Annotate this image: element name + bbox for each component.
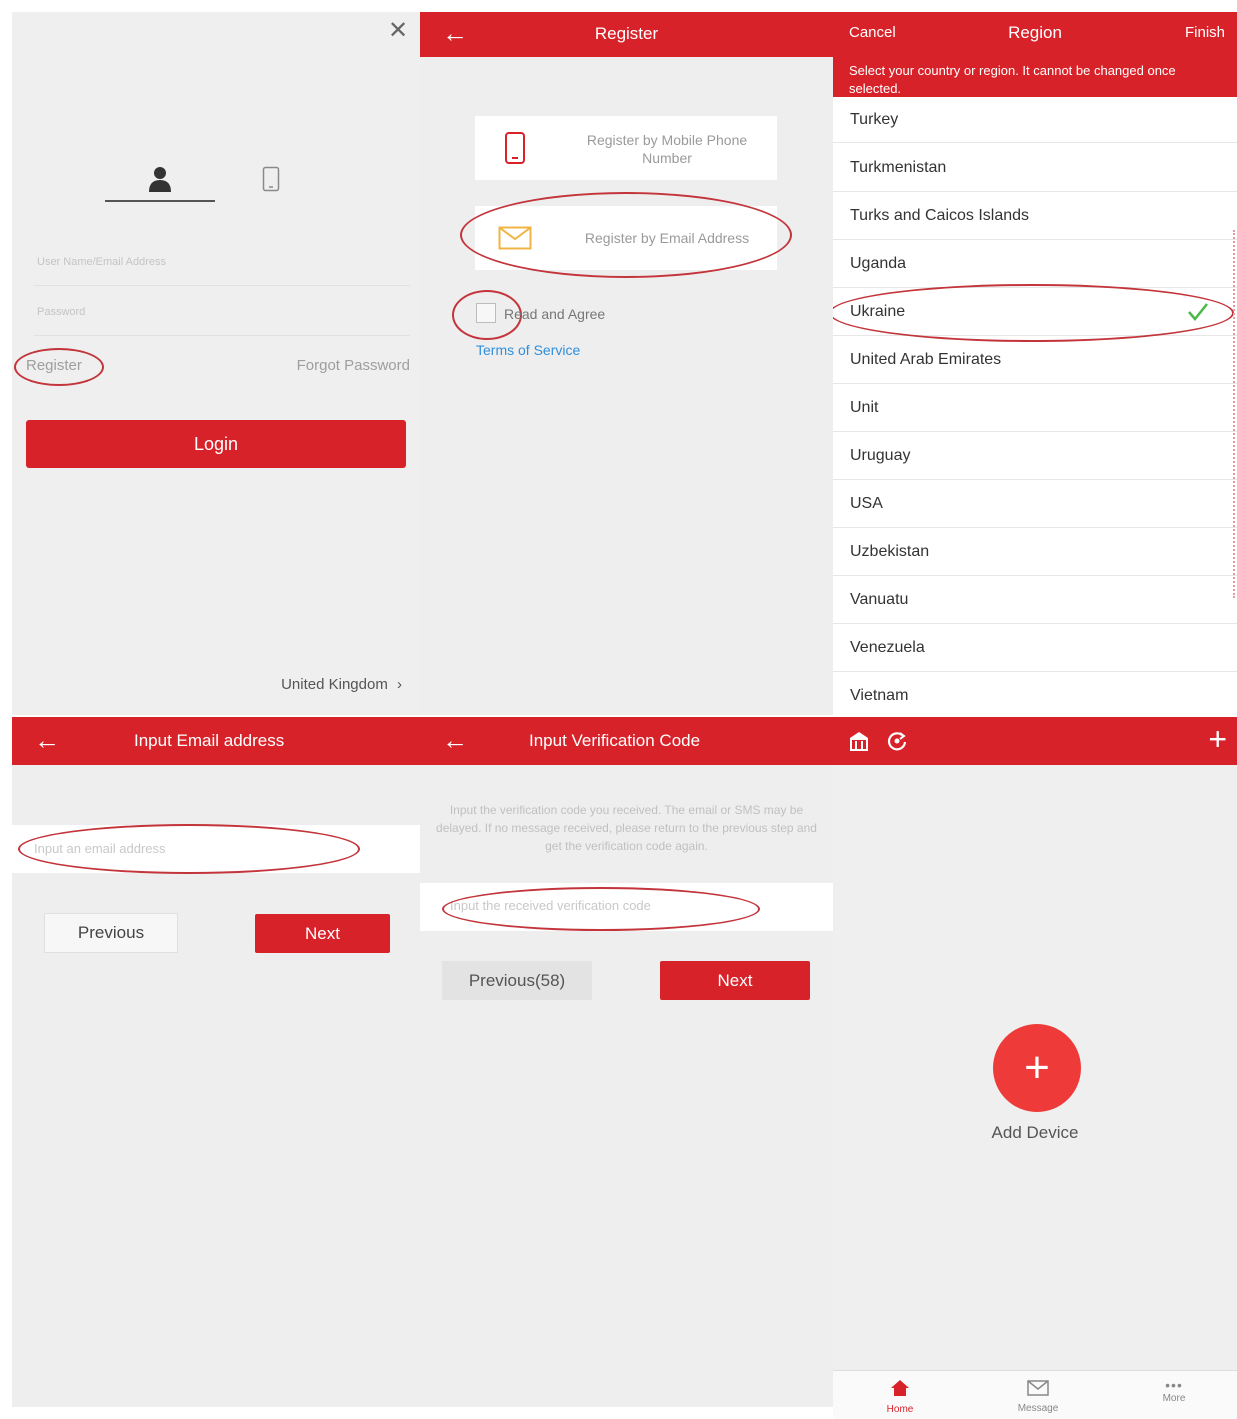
terms-of-service-link[interactable]: Terms of Service [476,342,580,358]
email-header: ← Input Email address [12,717,420,765]
tab-account[interactable] [105,160,215,202]
country-list[interactable]: Turkey Turkmenistan Turks and Caicos Isl… [833,97,1237,715]
tab-more[interactable]: ••• More [1139,1371,1209,1419]
list-item[interactable]: Venezuela [833,624,1237,672]
country-name: Ukraine [850,302,906,320]
envelope-icon [1027,1380,1049,1396]
add-device-label: Add Device [991,1123,1079,1142]
country-name: United Arab Emirates [850,350,1002,368]
forgot-password-link[interactable]: Forgot Password [297,357,410,374]
envelope-icon [498,226,532,250]
register-by-phone-button[interactable]: Register by Mobile Phone Number [475,116,777,180]
list-item-selected[interactable]: Ukraine [833,288,1237,336]
country-name: Uganda [850,254,907,272]
previous-button[interactable]: Previous [44,913,178,953]
country-name: Vietnam [850,686,909,704]
verification-screen: ← Input Verification Code Input the veri… [420,717,833,1407]
country-name: Uruguay [850,446,911,464]
agree-checkbox[interactable] [476,303,496,323]
close-icon[interactable]: ✕ [388,16,408,45]
home-screen: + + Add Device Home Message ••• More [833,717,1237,1419]
country-name: USA [850,494,883,512]
plus-icon[interactable]: + [1208,721,1227,758]
country-name: Unit [850,398,879,416]
tab-label: More [1162,1393,1186,1404]
list-item[interactable]: Unit [833,384,1237,432]
username-placeholder: User Name/Email Address [37,256,166,268]
plus-icon: + [1024,1043,1050,1092]
chevron-right-icon: › [397,676,402,693]
register-title: Register [594,24,659,43]
login-screen: ✕ User Name/Email Address Password Regis… [12,12,420,715]
list-item[interactable]: Vanuatu [833,576,1237,624]
list-item[interactable]: United Arab Emirates [833,336,1237,384]
register-header: ← Register [420,12,833,57]
register-screen: ← Register Register by Mobile Phone Numb… [420,12,833,715]
mobile-phone-icon [262,166,280,192]
next-button[interactable]: Next [660,961,810,1000]
list-item[interactable]: Turkmenistan [833,144,1237,192]
refresh-icon[interactable] [886,730,908,752]
password-placeholder: Password [37,306,86,318]
agree-label: Read and Agree [504,306,606,322]
back-arrow-icon[interactable]: ← [34,725,60,756]
country-name: Vanuatu [850,590,909,608]
country-name: Venezuela [850,638,925,656]
list-item[interactable]: Turkey [833,97,1237,143]
verification-header: ← Input Verification Code [420,717,833,765]
username-input[interactable]: User Name/Email Address [34,242,410,286]
list-item[interactable]: Vietnam [833,672,1237,715]
email-placeholder: Input an email address [34,841,166,856]
verification-hint: Input the verification code you received… [436,803,817,853]
mobile-phone-icon [505,132,525,164]
password-input[interactable]: Password [34,292,410,336]
person-icon [149,167,171,192]
country-name: Turkmenistan [850,158,947,176]
tab-home[interactable]: Home [865,1371,935,1419]
list-item[interactable]: USA [833,480,1237,528]
region-selector[interactable]: United Kingdom › [281,676,402,693]
more-dots-icon: ••• [1165,1377,1183,1393]
verification-code-input[interactable]: Input the received verification code [420,883,833,931]
region-notice: Select your country or region. It cannot… [849,63,1176,96]
home-icon [891,1380,909,1396]
region-screen: Cancel Region Finish Select your country… [833,12,1237,715]
verification-placeholder: Input the received verification code [450,898,651,913]
building-icon[interactable] [848,730,870,752]
list-item[interactable]: Uruguay [833,432,1237,480]
list-item[interactable]: Turks and Caicos Islands [833,192,1237,240]
region-header: Cancel Region Finish Select your country… [833,12,1237,103]
email-input[interactable]: Input an email address [12,825,420,873]
country-name: Uzbekistan [850,542,930,560]
list-item[interactable]: Uzbekistan [833,528,1237,576]
tab-message[interactable]: Message [1003,1371,1073,1419]
register-by-phone-label: Register by Mobile Phone Number [586,132,748,166]
register-link[interactable]: Register [26,357,82,374]
bottom-tab-bar: Home Message ••• More [833,1370,1237,1419]
region-title: Region [1008,23,1062,42]
verification-title: Input Verification Code [529,731,701,750]
finish-button[interactable]: Finish [1185,24,1225,41]
tab-phone[interactable] [227,160,317,202]
email-input-screen: ← Input Email address Input an email add… [12,717,420,1407]
country-name: Turkey [850,111,899,128]
country-name: Turks and Caicos Islands [850,206,1030,224]
alphabet-index-bar[interactable] [1233,230,1237,598]
back-arrow-icon[interactable]: ← [442,725,468,756]
checkmark-icon [1188,303,1208,321]
tab-label: Home [886,1404,914,1415]
register-by-email-button[interactable]: Register by Email Address [475,206,777,270]
login-button[interactable]: Login [26,420,406,468]
home-header: + [833,717,1237,765]
previous-countdown-button[interactable]: Previous(58) [442,961,592,1000]
email-step-title: Input Email address [134,731,285,750]
list-item[interactable]: Uganda [833,240,1237,288]
region-value: United Kingdom [281,676,388,693]
register-by-email-label: Register by Email Address [584,230,750,246]
next-button[interactable]: Next [255,914,390,953]
add-device-button[interactable]: + [993,1024,1081,1112]
tab-label: Message [1017,1403,1059,1414]
